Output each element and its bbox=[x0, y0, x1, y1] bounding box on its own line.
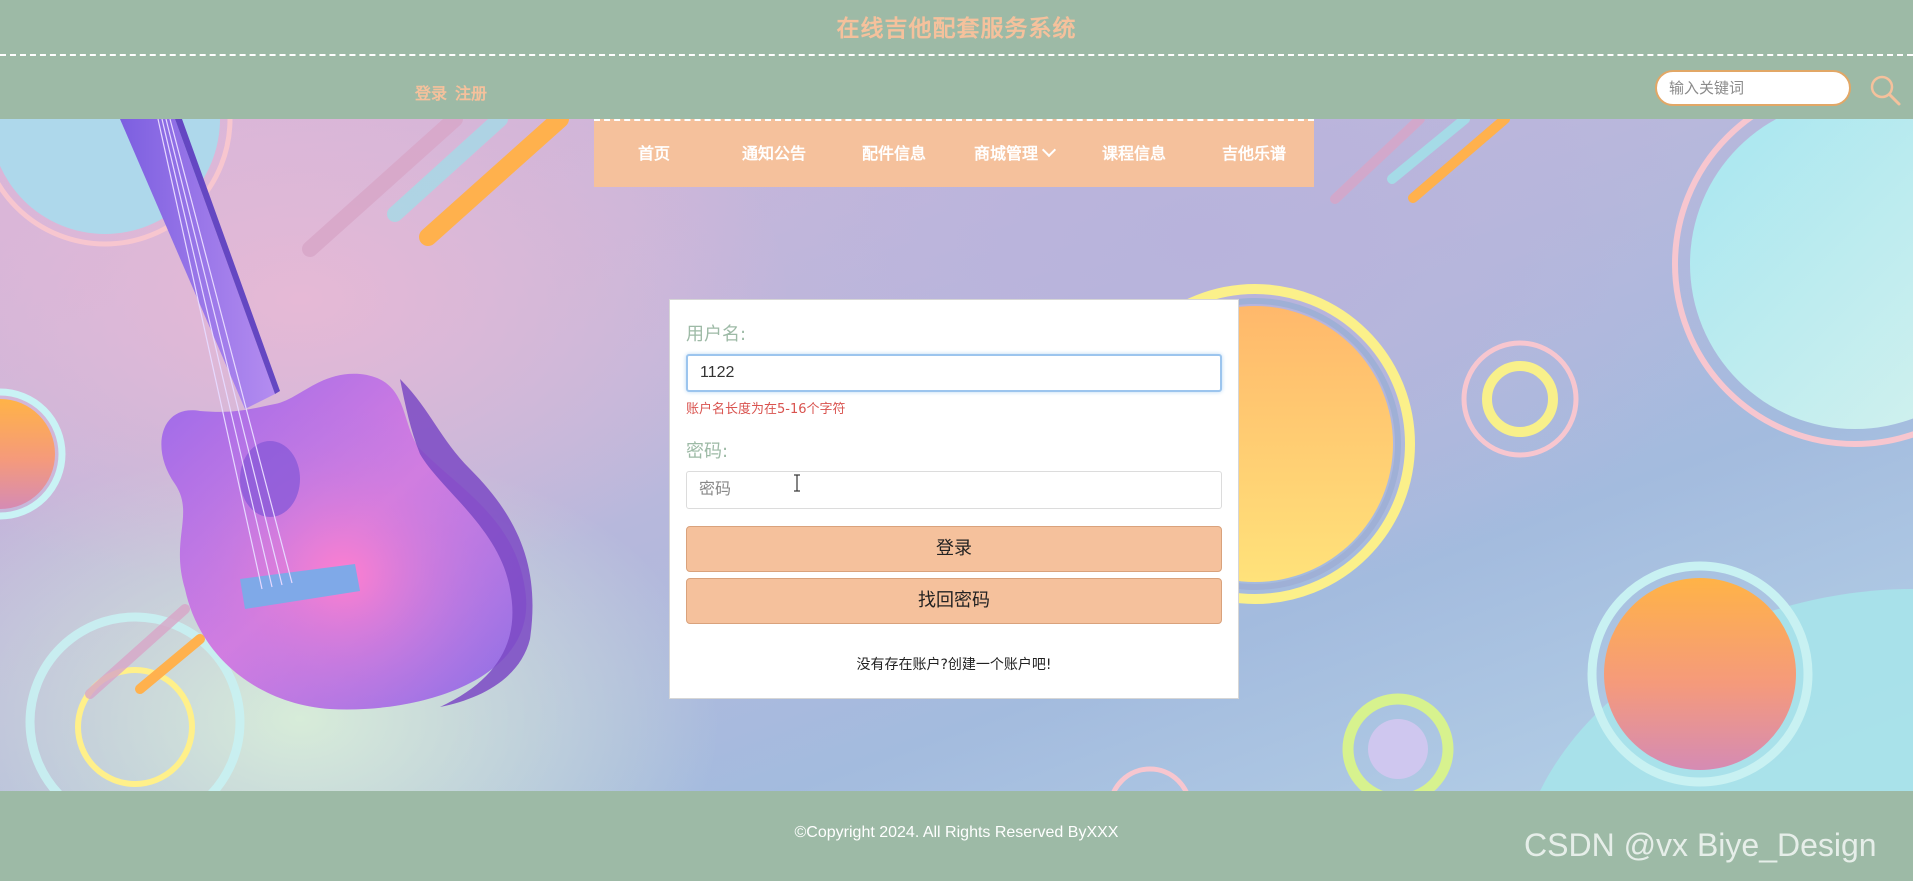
main-nav: 首页 通知公告 配件信息 商城管理 课程信息 吉他乐谱 bbox=[594, 119, 1314, 187]
login-link[interactable]: 登录 bbox=[415, 84, 447, 103]
login-form: 用户名: 账户名长度为在5-16个字符 密码: 登录 找回密码 没有存在账户?创… bbox=[669, 299, 1239, 699]
nav-item-shop-management[interactable]: 商城管理 bbox=[954, 121, 1074, 187]
nav-item-guitar-scores[interactable]: 吉他乐谱 bbox=[1194, 121, 1314, 187]
recover-password-button[interactable]: 找回密码 bbox=[686, 578, 1222, 624]
nav-item-courses[interactable]: 课程信息 bbox=[1074, 121, 1194, 187]
username-error: 账户名长度为在5-16个字符 bbox=[686, 402, 846, 417]
search-icon[interactable] bbox=[1868, 73, 1902, 107]
auth-links: 登录 注册 bbox=[415, 80, 495, 104]
login-button[interactable]: 登录 bbox=[686, 526, 1222, 572]
password-input[interactable] bbox=[686, 471, 1222, 509]
text-cursor-icon bbox=[794, 474, 800, 492]
header-divider bbox=[0, 54, 1913, 56]
password-label: 密码: bbox=[686, 441, 729, 462]
chevron-down-icon bbox=[1041, 142, 1057, 158]
site-title: 在线吉他配套服务系统 bbox=[836, 16, 1077, 42]
signup-link[interactable]: 没有存在账户?创建一个账户吧! bbox=[670, 654, 1238, 674]
watermark: CSDN @vx Biye_Design bbox=[1524, 827, 1877, 863]
site-footer: ©Copyright 2024. All Rights Reserved ByX… bbox=[0, 791, 1913, 881]
site-header: 在线吉他配套服务系统 登录 注册 bbox=[0, 0, 1913, 119]
nav-item-announcements[interactable]: 通知公告 bbox=[714, 121, 834, 187]
username-input[interactable] bbox=[686, 354, 1222, 392]
username-label: 用户名: bbox=[686, 324, 747, 345]
nav-item-accessories[interactable]: 配件信息 bbox=[834, 121, 954, 187]
search-input[interactable] bbox=[1655, 70, 1851, 106]
register-link[interactable]: 注册 bbox=[455, 84, 487, 103]
nav-item-home[interactable]: 首页 bbox=[594, 121, 714, 187]
nav-item-shop-management-label: 商城管理 bbox=[973, 144, 1038, 163]
